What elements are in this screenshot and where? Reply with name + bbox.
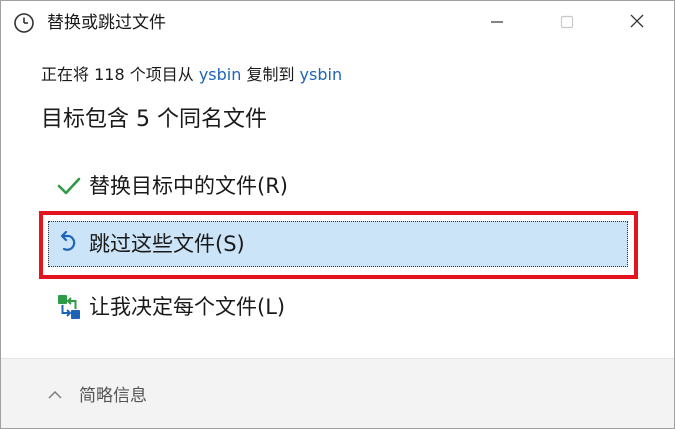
close-button[interactable]	[614, 1, 660, 45]
replace-files-option[interactable]: 替换目标中的文件(R)	[49, 161, 629, 211]
chevron-up-icon[interactable]	[47, 386, 63, 405]
highlight-frame	[39, 211, 638, 279]
decide-each-file-option[interactable]: 让我决定每个文件(L)	[49, 282, 629, 332]
copy-prefix-text: 正在将 118 个项目从	[41, 65, 199, 84]
dialog-footer: 简略信息	[1, 358, 674, 428]
replace-files-label: 替换目标中的文件(R)	[89, 174, 288, 198]
minimize-icon	[490, 14, 504, 33]
copy-middle-text: 复制到	[241, 65, 300, 84]
checkmark-icon	[55, 172, 83, 200]
fewer-details-toggle[interactable]: 简略信息	[79, 384, 147, 408]
destination-folder-link[interactable]: ysbin	[300, 65, 343, 84]
window-title: 替换或跳过文件	[47, 13, 166, 33]
source-folder-link[interactable]: ysbin	[199, 65, 242, 84]
title-bar[interactable]: 替换或跳过文件	[1, 1, 674, 45]
clock-icon	[13, 12, 35, 34]
decide-each-file-label: 让我决定每个文件(L)	[89, 295, 286, 319]
replace-or-skip-dialog: 替换或跳过文件 正在将 118 个项目从 ysbin 复制到 ysbin 目标包…	[0, 0, 675, 429]
compare-files-icon	[55, 293, 83, 321]
copy-source-description: 正在将 118 个项目从 ysbin 复制到 ysbin	[41, 64, 342, 86]
maximize-icon	[560, 14, 574, 33]
maximize-button	[544, 1, 590, 45]
minimize-button[interactable]	[474, 1, 520, 45]
conflict-heading: 目标包含 5 个同名文件	[41, 107, 267, 132]
close-icon	[629, 13, 645, 33]
